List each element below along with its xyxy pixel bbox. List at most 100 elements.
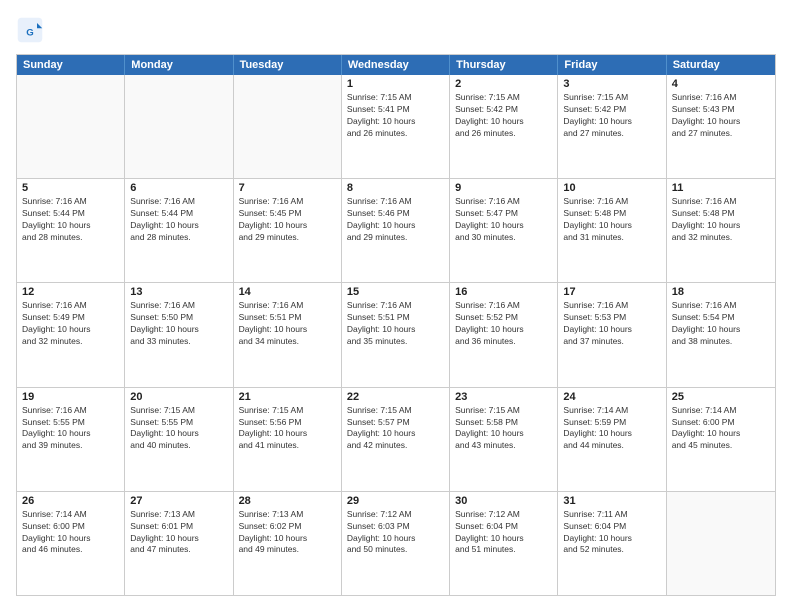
day-number: 25 [672, 391, 770, 403]
calendar-cell: 23 Sunrise: 7:15 AM Sunset: 5:58 PM Dayli… [450, 388, 558, 491]
day-info: Sunrise: 7:16 AM Sunset: 5:51 PM Dayligh… [239, 300, 336, 348]
calendar-cell: 4 Sunrise: 7:16 AM Sunset: 5:43 PM Daylig… [667, 75, 775, 178]
calendar-cell: 29 Sunrise: 7:12 AM Sunset: 6:03 PM Dayli… [342, 492, 450, 595]
day-number: 2 [455, 78, 552, 90]
weekday-header: Tuesday [234, 55, 342, 75]
day-number: 28 [239, 495, 336, 507]
day-number: 24 [563, 391, 660, 403]
day-info: Sunrise: 7:15 AM Sunset: 5:41 PM Dayligh… [347, 92, 444, 140]
calendar-header: SundayMondayTuesdayWednesdayThursdayFrid… [17, 55, 775, 75]
day-number: 1 [347, 78, 444, 90]
day-info: Sunrise: 7:16 AM Sunset: 5:47 PM Dayligh… [455, 196, 552, 244]
day-info: Sunrise: 7:16 AM Sunset: 5:43 PM Dayligh… [672, 92, 770, 140]
day-info: Sunrise: 7:16 AM Sunset: 5:50 PM Dayligh… [130, 300, 227, 348]
calendar-row: 26Sunrise: 7:14 AM Sunset: 6:00 PM Dayli… [17, 491, 775, 595]
day-info: Sunrise: 7:16 AM Sunset: 5:55 PM Dayligh… [22, 405, 119, 453]
calendar-cell: 12 Sunrise: 7:16 AM Sunset: 5:49 PM Dayli… [17, 283, 125, 386]
calendar-cell [17, 75, 125, 178]
calendar-cell [125, 75, 233, 178]
header: G [16, 16, 776, 44]
calendar-cell: 18Sunrise: 7:16 AM Sunset: 5:54 PM Dayli… [667, 283, 775, 386]
calendar-cell: 13Sunrise: 7:16 AM Sunset: 5:50 PM Dayli… [125, 283, 233, 386]
day-number: 10 [563, 182, 660, 194]
calendar-cell: 6Sunrise: 7:16 AM Sunset: 5:44 PM Daylig… [125, 179, 233, 282]
day-number: 26 [22, 495, 119, 507]
day-info: Sunrise: 7:14 AM Sunset: 6:00 PM Dayligh… [672, 405, 770, 453]
calendar-cell: 10 Sunrise: 7:16 AM Sunset: 5:48 PM Dayli… [558, 179, 666, 282]
calendar-body: 1 Sunrise: 7:15 AM Sunset: 5:41 PM Daylig… [17, 75, 775, 595]
day-number: 3 [563, 78, 660, 90]
day-info: Sunrise: 7:16 AM Sunset: 5:46 PM Dayligh… [347, 196, 444, 244]
day-number: 15 [347, 286, 444, 298]
calendar-cell [667, 492, 775, 595]
calendar-cell: 22Sunrise: 7:15 AM Sunset: 5:57 PM Dayli… [342, 388, 450, 491]
calendar-cell: 8 Sunrise: 7:16 AM Sunset: 5:46 PM Daylig… [342, 179, 450, 282]
calendar-cell: 26Sunrise: 7:14 AM Sunset: 6:00 PM Dayli… [17, 492, 125, 595]
calendar-cell: 16 Sunrise: 7:16 AM Sunset: 5:52 PM Dayli… [450, 283, 558, 386]
day-number: 11 [672, 182, 770, 194]
calendar-cell: 14Sunrise: 7:16 AM Sunset: 5:51 PM Dayli… [234, 283, 342, 386]
calendar-cell: 7 Sunrise: 7:16 AM Sunset: 5:45 PM Daylig… [234, 179, 342, 282]
calendar-row: 19 Sunrise: 7:16 AM Sunset: 5:55 PM Dayli… [17, 387, 775, 491]
day-info: Sunrise: 7:15 AM Sunset: 5:56 PM Dayligh… [239, 405, 336, 453]
day-info: Sunrise: 7:13 AM Sunset: 6:01 PM Dayligh… [130, 509, 227, 557]
day-info: Sunrise: 7:16 AM Sunset: 5:52 PM Dayligh… [455, 300, 552, 348]
calendar: SundayMondayTuesdayWednesdayThursdayFrid… [16, 54, 776, 596]
day-number: 5 [22, 182, 119, 194]
day-info: Sunrise: 7:16 AM Sunset: 5:49 PM Dayligh… [22, 300, 119, 348]
day-number: 7 [239, 182, 336, 194]
page: G SundayMondayTuesdayWednesdayThursdayFr… [0, 0, 792, 612]
calendar-cell: 25 Sunrise: 7:14 AM Sunset: 6:00 PM Dayli… [667, 388, 775, 491]
day-number: 31 [563, 495, 660, 507]
calendar-cell: 11 Sunrise: 7:16 AM Sunset: 5:48 PM Dayli… [667, 179, 775, 282]
day-info: Sunrise: 7:16 AM Sunset: 5:51 PM Dayligh… [347, 300, 444, 348]
day-number: 20 [130, 391, 227, 403]
day-info: Sunrise: 7:15 AM Sunset: 5:42 PM Dayligh… [455, 92, 552, 140]
day-info: Sunrise: 7:15 AM Sunset: 5:42 PM Dayligh… [563, 92, 660, 140]
day-number: 8 [347, 182, 444, 194]
weekday-header: Saturday [667, 55, 775, 75]
weekday-header: Wednesday [342, 55, 450, 75]
calendar-cell: 21Sunrise: 7:15 AM Sunset: 5:56 PM Dayli… [234, 388, 342, 491]
logo-icon: G [16, 16, 44, 44]
day-info: Sunrise: 7:12 AM Sunset: 6:03 PM Dayligh… [347, 509, 444, 557]
day-number: 12 [22, 286, 119, 298]
day-number: 19 [22, 391, 119, 403]
day-info: Sunrise: 7:14 AM Sunset: 5:59 PM Dayligh… [563, 405, 660, 453]
day-number: 4 [672, 78, 770, 90]
weekday-header: Sunday [17, 55, 125, 75]
calendar-cell: 17Sunrise: 7:16 AM Sunset: 5:53 PM Dayli… [558, 283, 666, 386]
calendar-cell: 24 Sunrise: 7:14 AM Sunset: 5:59 PM Dayli… [558, 388, 666, 491]
day-number: 22 [347, 391, 444, 403]
day-info: Sunrise: 7:16 AM Sunset: 5:48 PM Dayligh… [563, 196, 660, 244]
day-number: 27 [130, 495, 227, 507]
calendar-cell [234, 75, 342, 178]
calendar-row: 1 Sunrise: 7:15 AM Sunset: 5:41 PM Daylig… [17, 75, 775, 178]
day-info: Sunrise: 7:13 AM Sunset: 6:02 PM Dayligh… [239, 509, 336, 557]
calendar-cell: 9Sunrise: 7:16 AM Sunset: 5:47 PM Daylig… [450, 179, 558, 282]
day-number: 18 [672, 286, 770, 298]
day-info: Sunrise: 7:16 AM Sunset: 5:45 PM Dayligh… [239, 196, 336, 244]
day-number: 16 [455, 286, 552, 298]
calendar-cell: 20Sunrise: 7:15 AM Sunset: 5:55 PM Dayli… [125, 388, 233, 491]
day-number: 23 [455, 391, 552, 403]
calendar-row: 5 Sunrise: 7:16 AM Sunset: 5:44 PM Daylig… [17, 178, 775, 282]
calendar-cell: 31 Sunrise: 7:11 AM Sunset: 6:04 PM Dayli… [558, 492, 666, 595]
weekday-header: Monday [125, 55, 233, 75]
calendar-cell: 28 Sunrise: 7:13 AM Sunset: 6:02 PM Dayli… [234, 492, 342, 595]
calendar-cell: 5 Sunrise: 7:16 AM Sunset: 5:44 PM Daylig… [17, 179, 125, 282]
day-info: Sunrise: 7:16 AM Sunset: 5:48 PM Dayligh… [672, 196, 770, 244]
day-info: Sunrise: 7:16 AM Sunset: 5:44 PM Dayligh… [22, 196, 119, 244]
day-info: Sunrise: 7:11 AM Sunset: 6:04 PM Dayligh… [563, 509, 660, 557]
day-info: Sunrise: 7:15 AM Sunset: 5:58 PM Dayligh… [455, 405, 552, 453]
calendar-cell: 30Sunrise: 7:12 AM Sunset: 6:04 PM Dayli… [450, 492, 558, 595]
day-number: 29 [347, 495, 444, 507]
calendar-row: 12 Sunrise: 7:16 AM Sunset: 5:49 PM Dayli… [17, 282, 775, 386]
calendar-cell: 1 Sunrise: 7:15 AM Sunset: 5:41 PM Daylig… [342, 75, 450, 178]
logo: G [16, 16, 48, 44]
weekday-header: Friday [558, 55, 666, 75]
calendar-cell: 19 Sunrise: 7:16 AM Sunset: 5:55 PM Dayli… [17, 388, 125, 491]
day-info: Sunrise: 7:16 AM Sunset: 5:44 PM Dayligh… [130, 196, 227, 244]
day-info: Sunrise: 7:12 AM Sunset: 6:04 PM Dayligh… [455, 509, 552, 557]
day-info: Sunrise: 7:16 AM Sunset: 5:53 PM Dayligh… [563, 300, 660, 348]
